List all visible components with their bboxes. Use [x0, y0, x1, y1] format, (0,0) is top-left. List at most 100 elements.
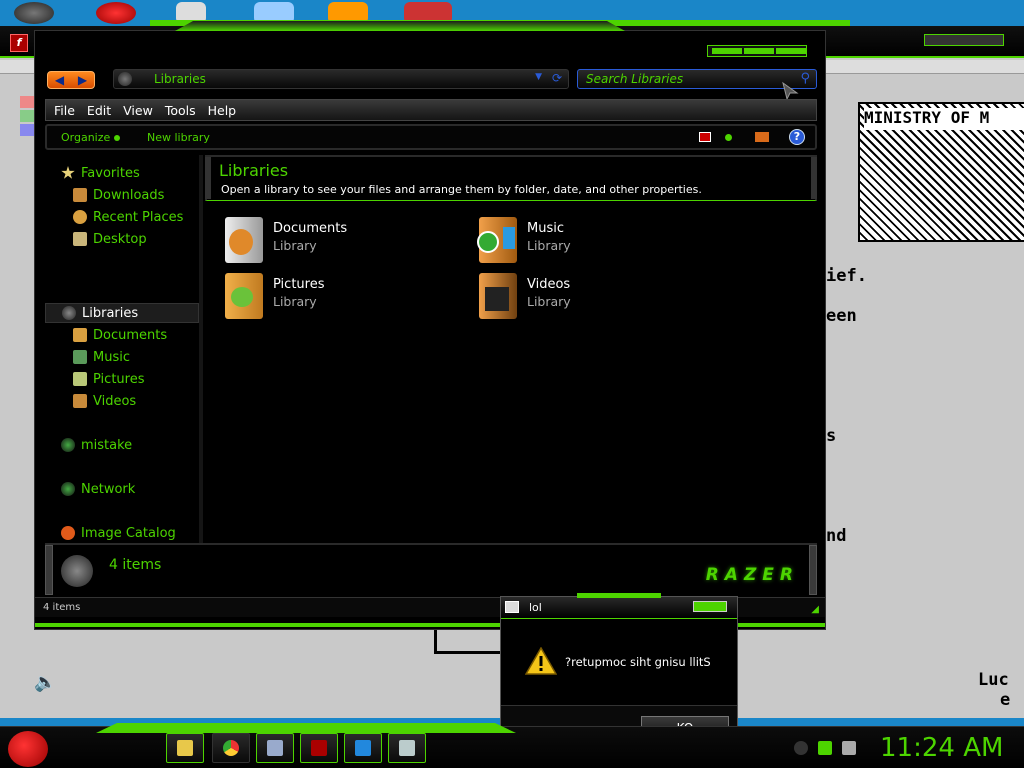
menu-help[interactable]: Help — [208, 103, 237, 118]
nav-image-catalog[interactable]: Image Catalog — [61, 523, 176, 543]
doc-line-decoration — [434, 628, 504, 654]
network-icon — [61, 482, 75, 496]
flash-icon[interactable]: f — [10, 34, 28, 52]
mouse-cursor-icon — [782, 81, 799, 101]
nav-favorites[interactable]: Favorites — [61, 163, 140, 183]
razer-logo: RAZER — [705, 565, 799, 585]
flash-icon — [61, 526, 75, 540]
resize-grip-icon[interactable]: ◢ — [811, 604, 819, 615]
close-button[interactable] — [776, 48, 806, 54]
menu-edit[interactable]: Edit — [87, 103, 111, 118]
libraries-icon — [62, 306, 76, 320]
videos-icon — [73, 394, 87, 408]
taskbar-document-viewer[interactable] — [388, 733, 426, 763]
details-pane: 4 items RAZER — [45, 543, 817, 595]
doc-fragment-2: een — [826, 306, 857, 326]
ministry-logo-text: MINISTRY OF M — [864, 108, 1024, 130]
documents-library-icon — [225, 217, 263, 263]
library-videos[interactable]: Videos Library — [479, 273, 679, 323]
music-library-icon — [477, 217, 517, 263]
help-icon[interactable]: ? — [789, 129, 805, 145]
libraries-large-icon — [61, 555, 93, 587]
background-sidebar-icons — [20, 96, 34, 146]
book-icon — [355, 740, 371, 756]
taskbar-book[interactable] — [344, 733, 382, 763]
ministry-logo: MINISTRY OF M — [858, 102, 1024, 242]
speaker-icon[interactable]: 🔈 — [34, 672, 56, 693]
tray-expand-icon[interactable] — [794, 741, 808, 755]
nav-desktop[interactable]: Desktop — [73, 229, 147, 249]
document-viewer-icon — [399, 740, 415, 756]
recent-places-icon — [73, 210, 87, 224]
nav-libraries[interactable]: Libraries — [45, 303, 199, 323]
preview-pane-icon[interactable] — [755, 132, 769, 142]
taskbar-flash[interactable] — [300, 733, 338, 763]
doc-fragment-4: nd — [826, 526, 847, 546]
clock[interactable]: 11:24 AM — [880, 733, 1003, 763]
nav-network[interactable]: Network — [61, 479, 135, 499]
pictures-library-icon — [225, 273, 263, 319]
chrome-icon — [223, 740, 239, 756]
nav-music[interactable]: Music — [73, 347, 130, 367]
window-controls[interactable] — [707, 45, 807, 57]
library-music[interactable]: Music Library — [477, 217, 679, 267]
nav-downloads[interactable]: Downloads — [73, 185, 164, 205]
doc-fragment-6: e — [1000, 690, 1011, 710]
maximize-button[interactable] — [744, 48, 774, 54]
taskbar-notepad[interactable] — [256, 733, 294, 763]
desktop-icon-1[interactable] — [14, 2, 54, 24]
notepad-icon — [267, 740, 283, 756]
nav-pictures[interactable]: Pictures — [73, 369, 144, 389]
organize-button[interactable]: Organize — [61, 131, 121, 144]
dialog-close-button[interactable] — [693, 601, 727, 612]
warning-icon — [525, 647, 557, 675]
taskbar-chrome[interactable] — [212, 733, 250, 763]
view-dropdown-icon[interactable] — [725, 134, 732, 141]
menu-view[interactable]: View — [123, 103, 153, 118]
taskbar-explorer[interactable] — [166, 733, 204, 763]
homegroup-icon — [61, 438, 75, 452]
downloads-icon — [73, 188, 87, 202]
address-bar[interactable]: Libraries ▼ ⟳ — [113, 69, 569, 89]
library-description: Open a library to see your files and arr… — [221, 183, 702, 196]
music-icon — [73, 350, 87, 364]
nav-recent-places[interactable]: Recent Places — [73, 207, 183, 227]
status-text: 4 items — [43, 602, 81, 613]
refresh-icon[interactable]: ⟳ — [552, 71, 562, 85]
library-pictures[interactable]: Pictures Library — [225, 273, 425, 323]
nav-videos[interactable]: Videos — [73, 391, 136, 411]
back-arrow-icon[interactable]: ◀ — [55, 73, 64, 87]
address-text: Libraries — [154, 72, 206, 86]
minimize-button[interactable] — [712, 48, 742, 54]
details-item-count: 4 items — [109, 557, 162, 573]
menu-tools[interactable]: Tools — [165, 103, 196, 118]
explorer-icon — [177, 740, 193, 756]
library-documents[interactable]: Documents Library — [225, 217, 425, 267]
menu-bar: File Edit View Tools Help — [45, 99, 817, 121]
nav-mistake[interactable]: mistake — [61, 435, 132, 455]
pane-splitter[interactable] — [199, 155, 203, 545]
desktop-icon-2[interactable] — [96, 2, 136, 24]
forward-arrow-icon[interactable]: ▶ — [78, 73, 87, 87]
back-forward-buttons[interactable]: ◀ ▶ — [47, 71, 95, 89]
menu-file[interactable]: File — [54, 103, 75, 118]
dialog-titlebar[interactable]: lol — [501, 593, 737, 619]
navigation-pane: Favorites Downloads Recent Places Deskto… — [45, 155, 199, 545]
explorer-window: ◀ ▶ Libraries ▼ ⟳ ⚲ File Edit View Tools… — [34, 21, 826, 630]
documents-icon — [73, 328, 87, 342]
background-window-controls[interactable] — [924, 34, 1004, 46]
search-input[interactable] — [586, 71, 786, 87]
search-icon[interactable]: ⚲ — [800, 71, 810, 86]
network-tray-icon[interactable] — [818, 741, 832, 755]
start-button[interactable] — [8, 731, 48, 767]
dialog-message: ?retupmoc siht gnisu llitS — [565, 655, 711, 669]
view-options-icon[interactable] — [699, 132, 711, 142]
pictures-icon — [73, 372, 87, 386]
new-library-button[interactable]: New library — [147, 131, 210, 144]
volume-tray-icon[interactable] — [842, 741, 856, 755]
chevron-down-icon[interactable]: ▼ — [535, 72, 542, 82]
dialog-title: lol — [529, 601, 542, 614]
nav-documents[interactable]: Documents — [73, 325, 167, 345]
dialog-app-icon — [505, 601, 519, 613]
taskbar: 11:24 AM — [0, 723, 1024, 768]
